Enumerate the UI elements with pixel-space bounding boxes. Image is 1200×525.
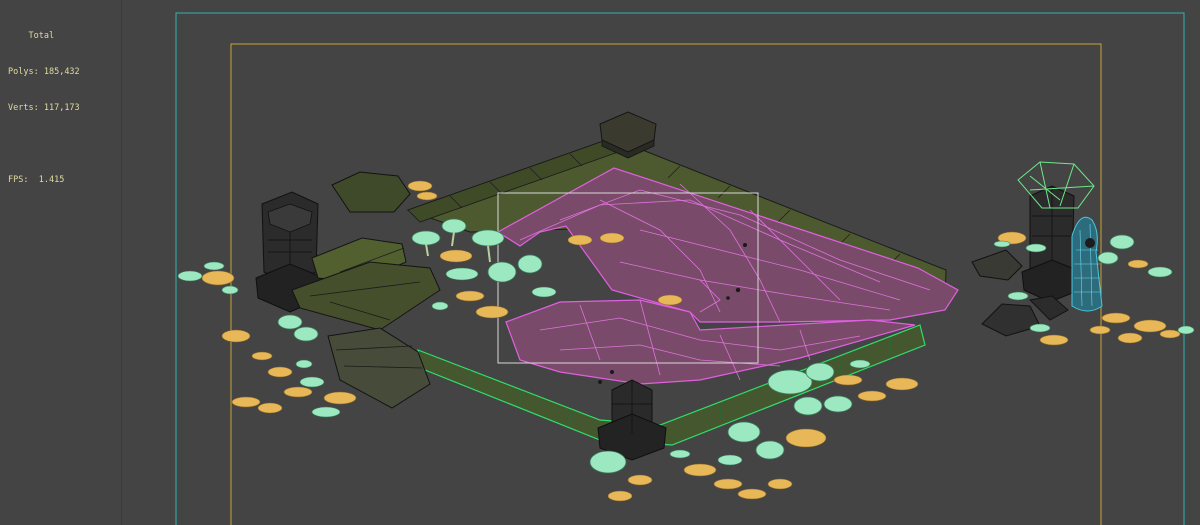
scene-render[interactable]: [0, 0, 1200, 525]
3d-viewport[interactable]: Total Polys: 185,432 Verts: 117,173 FPS:…: [0, 0, 1200, 525]
cyan-wire-mushroom[interactable]: [1071, 216, 1103, 312]
stone-pillar-front[interactable]: [597, 379, 667, 461]
